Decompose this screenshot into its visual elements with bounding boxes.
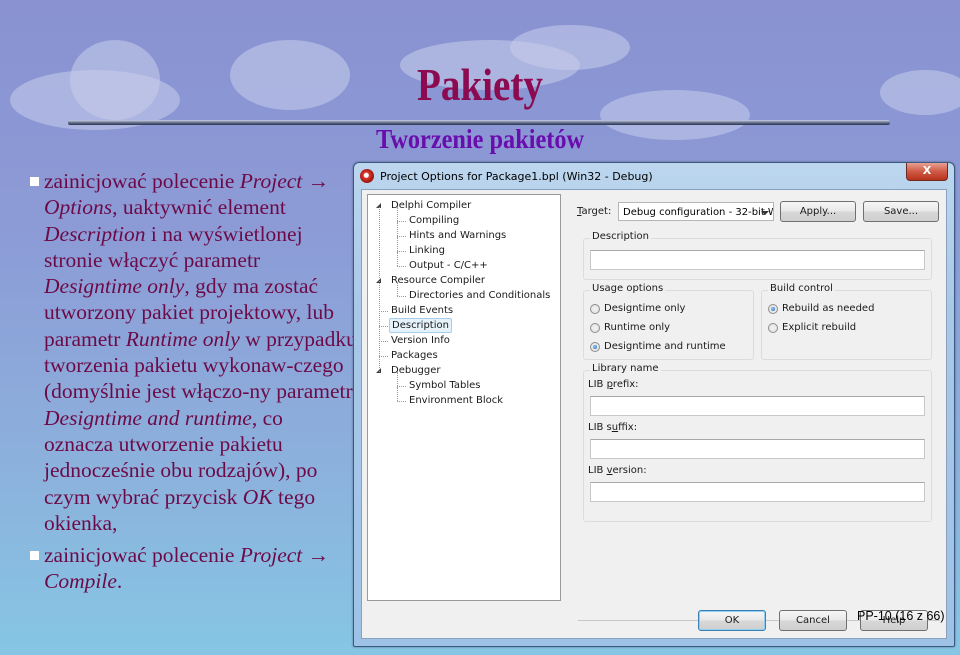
body-text: , uaktywnić element	[112, 195, 286, 220]
radio-designtime-only[interactable]: Designtime only	[590, 303, 685, 314]
chevron-down-icon	[761, 211, 769, 215]
cancel-button[interactable]: Cancel	[779, 610, 847, 631]
tree-connector	[397, 236, 406, 237]
tree-item[interactable]: Symbol Tables	[407, 378, 483, 393]
emphasized-text: OK	[242, 484, 273, 509]
slide-page-number: PP-10 (16 z 66)	[857, 609, 945, 623]
usage-options-title: Usage options	[590, 283, 666, 294]
radio-label: Runtime only	[604, 322, 671, 333]
description-group: Description	[583, 231, 932, 280]
emphasized-text: Description	[44, 221, 146, 246]
lib-version-label: LIB version:	[588, 465, 647, 476]
tree-connector	[379, 326, 388, 327]
lib-suffix-input[interactable]	[590, 439, 925, 459]
dialog-titlebar[interactable]: Project Options for Package1.bpl (Win32 …	[360, 167, 653, 185]
tree-connector	[397, 296, 406, 297]
lib-version-input[interactable]	[590, 482, 925, 502]
delphi-app-icon	[360, 169, 374, 183]
radio-icon	[590, 341, 600, 352]
lib-suffix-label: LIB suffix:	[588, 422, 638, 433]
save-button[interactable]: Save...	[863, 201, 939, 222]
tree-connector	[397, 251, 406, 252]
bullet-square-icon	[30, 551, 39, 561]
tree-connector	[397, 221, 406, 222]
bullet-item: zainicjować polecenie Project → Options,…	[27, 168, 357, 536]
slide-title: Pakiety	[417, 59, 543, 110]
tree-connector	[397, 387, 398, 401]
description-group-title: Description	[590, 231, 651, 242]
radio-label: Explicit rebuild	[782, 322, 857, 333]
library-name-title: Library name	[590, 363, 661, 374]
ok-button[interactable]: OK	[698, 610, 766, 631]
usage-options-group: Usage options Designtime only Runtime on…	[583, 283, 754, 360]
target-label: Target:	[577, 206, 612, 217]
lib-prefix-input[interactable]	[590, 396, 925, 416]
close-button[interactable]: X	[906, 163, 948, 181]
tree-connector	[397, 386, 406, 387]
radio-label: Designtime only	[604, 303, 686, 314]
slide-subtitle: Tworzenie pakietów	[375, 124, 585, 154]
bullet-list: zainicjować polecenie Project → Options,…	[27, 168, 357, 595]
description-input[interactable]	[590, 250, 925, 270]
build-control-group: Build control Rebuild as needed Explicit…	[761, 283, 932, 360]
cloud-decoration	[880, 70, 960, 115]
radio-icon	[768, 322, 778, 333]
tree-item[interactable]: Linking	[407, 243, 447, 258]
build-control-title: Build control	[768, 283, 835, 294]
tree-connector	[397, 252, 398, 266]
radio-explicit-rebuild[interactable]: Explicit rebuild	[768, 322, 856, 333]
library-name-group: Library name LIB prefix: LIB suffix: LIB…	[583, 363, 932, 522]
radio-label: Designtime and runtime	[604, 341, 726, 352]
radio-designtime-and-runtime[interactable]: Designtime and runtime	[590, 341, 726, 352]
radio-rebuild-as-needed[interactable]: Rebuild as needed	[768, 303, 874, 314]
tree-connector	[379, 356, 388, 357]
tree-item[interactable]: Environment Block	[407, 393, 505, 408]
radio-icon	[590, 322, 600, 333]
emphasized-text: Designtime and runtime	[44, 405, 252, 430]
tree-connector	[379, 311, 388, 312]
bullet-text: zainicjować polecenie Project → Options,…	[44, 169, 357, 535]
tree-item[interactable]: Output - C/C++	[407, 258, 490, 273]
emphasized-text: Designtime only	[44, 274, 185, 299]
tree-connector	[397, 222, 398, 236]
target-value: Debug configuration - 32-bit W	[623, 207, 774, 218]
project-options-dialog: Project Options for Package1.bpl (Win32 …	[353, 162, 955, 647]
target-combobox[interactable]: Debug configuration - 32-bit W	[618, 202, 774, 221]
tree-item[interactable]: Directories and Conditionals	[407, 288, 552, 303]
body-text: .	[116, 569, 123, 594]
tree-connector	[397, 282, 398, 296]
radio-icon	[590, 303, 600, 314]
apply-button[interactable]: Apply...	[780, 201, 856, 222]
lib-prefix-label: LIB prefix:	[588, 379, 639, 390]
body-text: zainicjować polecenie	[44, 543, 240, 568]
tree-connector	[397, 266, 406, 267]
tree-item[interactable]: Description	[389, 318, 452, 333]
tree-connector	[397, 401, 406, 402]
tree-connector	[397, 207, 398, 221]
dialog-client-area: Delphi Compiler Compiling Hints and Warnin…	[361, 189, 947, 639]
tree-connector	[379, 207, 380, 372]
tree-connector	[397, 237, 398, 251]
bullet-text: zainicjować polecenie Project → Compile.	[44, 543, 329, 593]
tree-item[interactable]: Compiling	[407, 213, 461, 228]
radio-runtime-only[interactable]: Runtime only	[590, 322, 670, 333]
radio-icon	[768, 303, 778, 314]
emphasized-text: Runtime only	[125, 326, 240, 351]
tree-item[interactable]: Version Info	[389, 333, 452, 348]
tree-item[interactable]: Hints and Warnings	[407, 228, 508, 243]
body-text: zainicjować polecenie	[44, 169, 240, 193]
tree-connector	[379, 341, 388, 342]
bullet-item: zainicjować polecenie Project → Compile.	[27, 542, 357, 595]
dialog-title: Project Options for Package1.bpl (Win32 …	[380, 169, 653, 183]
bullet-square-icon	[30, 177, 39, 186]
tree-item[interactable]: Delphi Compiler	[389, 198, 473, 213]
tree-item[interactable]: Resource Compiler	[389, 273, 487, 288]
tree-item[interactable]: Build Events	[389, 303, 455, 318]
radio-label: Rebuild as needed	[782, 303, 875, 314]
tree-item[interactable]: Packages	[389, 348, 440, 363]
options-tree[interactable]: Delphi Compiler Compiling Hints and Warnin…	[367, 194, 561, 601]
tree-connector	[397, 372, 398, 386]
